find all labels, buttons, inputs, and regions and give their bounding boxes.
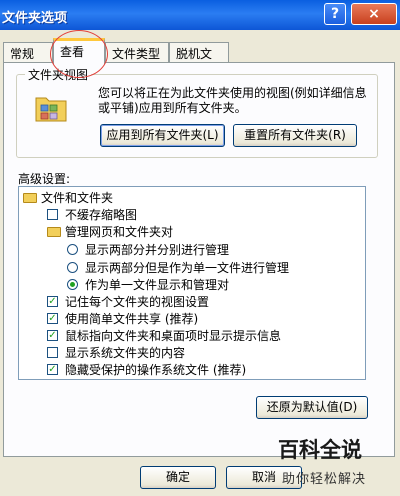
checkbox[interactable] [47, 209, 58, 220]
list-item-label: 隐藏受保护的操作系统文件 (推荐) [65, 363, 247, 377]
watermark-subtitle: 助你轻松解决 [282, 472, 367, 487]
folder-icon [47, 227, 61, 237]
folder-icon [23, 193, 37, 203]
checkbox-checked[interactable]: ✓ [47, 330, 58, 341]
radio-button-selected[interactable] [67, 279, 78, 290]
advanced-settings-label: 高级设置: [18, 172, 71, 186]
radio-button[interactable] [67, 262, 78, 273]
watermark: 百科全说 助你轻松解决 [266, 430, 396, 492]
list-item-label: 作为单一文件显示和管理对 [85, 278, 230, 292]
checkbox-checked[interactable]: ✓ [47, 364, 58, 375]
list-item-label: 鼠标指向文件夹和桌面项时显示提示信息 [65, 329, 282, 343]
watermark-title: 百科全说 [278, 438, 362, 462]
window-title: 文件夹选项 [2, 11, 68, 26]
apply-to-all-folders-button[interactable]: 应用到所有文件夹(L) [100, 124, 225, 147]
close-button[interactable]: × [351, 3, 397, 25]
checkbox-checked[interactable]: ✓ [47, 296, 58, 307]
radio-button[interactable] [67, 244, 78, 255]
help-button[interactable]: ? [324, 3, 346, 25]
list-item-label: 管理网页和文件夹对 [65, 225, 174, 239]
folder-views-description: 您可以将正在为此文件夹使用的视图(例如详细信息或平铺)应用到所有文件夹。 [98, 86, 367, 115]
annotation-circle [50, 30, 108, 78]
list-item-label: 显示系统文件夹的内容 [65, 346, 186, 360]
checkbox-checked[interactable]: ✓ [47, 313, 58, 324]
tab-general[interactable]: 常规 [3, 42, 53, 62]
vertical-scrollbar[interactable]: ▲ ▼ [365, 187, 366, 379]
list-item-label: 显示两部分并分别进行管理 [85, 243, 230, 257]
ok-button[interactable]: 确定 [140, 466, 216, 489]
list-item-label: 显示两部分但是作为单一文件进行管理 [85, 261, 290, 275]
reset-all-folders-button[interactable]: 重置所有文件夹(R) [233, 124, 357, 147]
restore-defaults-button[interactable]: 还原为默认值(D) [256, 396, 368, 419]
list-item-label: 文件和文件夹 [41, 191, 114, 205]
advanced-settings-list: 文件和文件夹 不缓存缩略图 管理网页和文件夹对 显示两部分并分别进行管理 显示两… [18, 186, 366, 380]
list-item-label: 记住每个文件夹的视图设置 [65, 295, 210, 309]
title-bar: 文件夹选项 ? × [0, 0, 400, 30]
tab-offline-files[interactable]: 脱机文件 [169, 42, 229, 78]
checkbox[interactable] [47, 347, 58, 358]
list-item-label: 使用简单文件共享 (推荐) [65, 312, 199, 326]
tab-file-types[interactable]: 文件类型 [105, 42, 169, 62]
list-item-label: 不缓存缩略图 [65, 208, 138, 222]
folder-view-icon [35, 97, 67, 122]
